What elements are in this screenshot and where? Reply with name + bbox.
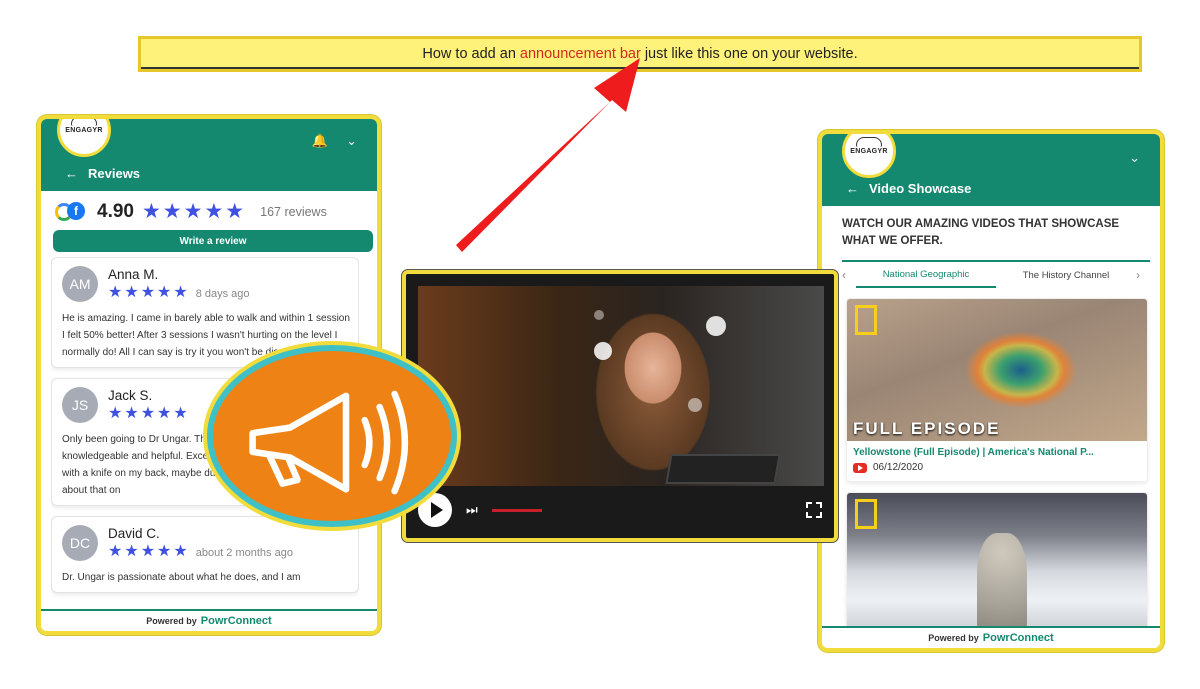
avatar: DC — [62, 525, 98, 561]
tab-national-geographic[interactable]: National Geographic — [856, 262, 996, 288]
youtube-icon — [853, 462, 867, 473]
review-stars-icon: ★★★★★ — [108, 542, 190, 560]
fullscreen-icon[interactable] — [806, 502, 822, 518]
powered-by-footer: Powered by PowrConnect — [41, 609, 377, 631]
video-intro-text: WATCH OUR AMAZING VIDEOS THAT SHOWCASE W… — [842, 218, 1120, 247]
skip-next-icon[interactable]: ⏭ — [466, 502, 478, 518]
video-back[interactable]: ← Video Showcase — [846, 181, 971, 196]
video-screen[interactable] — [418, 286, 824, 486]
chevron-down-icon[interactable]: ⌄ — [346, 133, 357, 149]
back-arrow-icon[interactable]: ← — [65, 166, 78, 181]
back-arrow-icon[interactable]: ← — [846, 181, 859, 196]
reviews-title: Reviews — [88, 166, 141, 181]
avatar: JS — [62, 387, 98, 423]
natgeo-logo-icon — [855, 305, 877, 335]
powered-by-label: Powered by — [928, 633, 979, 643]
review-stars-icon: ★★★★★ — [108, 404, 190, 422]
reviewer-name: David C. — [108, 525, 160, 541]
stage: How to add an announcement bar just like… — [0, 0, 1200, 689]
rating-stars-icon: ★★★★★ — [141, 200, 247, 223]
rating-summary: f 4.90 ★★★★★ 167 reviews — [41, 191, 377, 228]
avatar: AM — [62, 266, 98, 302]
bell-icon[interactable]: 🔔 — [312, 133, 328, 149]
review-text: Dr. Ungar is passionate about what he do… — [62, 572, 301, 583]
review-time: about 2 months ago — [195, 546, 293, 559]
tab-history-channel[interactable]: The History Channel — [996, 262, 1136, 288]
write-review-button[interactable]: Write a review — [53, 230, 373, 252]
chevron-down-icon[interactable]: ⌄ — [1129, 150, 1140, 166]
powered-by-label: Powered by — [146, 616, 197, 626]
review-count: 167 reviews — [260, 204, 327, 219]
video-header: ENGAGYR ⌄ ← Video Showcase — [822, 134, 1160, 206]
video-thumbnail[interactable]: FULL EPISODE — [847, 299, 1147, 441]
video-title[interactable]: Yellowstone (Full Episode) | America's N… — [847, 441, 1147, 460]
snow-leopard-image — [977, 533, 1027, 633]
megaphone-icon — [249, 390, 409, 495]
engagyr-logo: ENGAGYR — [57, 119, 111, 157]
megaphone-badge — [207, 345, 457, 527]
reviews-back[interactable]: ← Reviews — [65, 166, 140, 181]
natgeo-logo-icon — [855, 499, 877, 529]
reviewer-name: Jack S. — [108, 387, 153, 403]
chevron-right-icon[interactable]: › — [1136, 268, 1150, 282]
player-controls: ⏭ — [418, 492, 822, 528]
rating-score: 4.90 — [97, 200, 134, 222]
google-facebook-icon: f — [55, 201, 89, 222]
video-player[interactable]: ⏭ — [402, 270, 838, 542]
video-card[interactable]: FULL EPISODE Yellowstone (Full Episode) … — [846, 298, 1148, 482]
engagyr-logo: ENGAGYR — [842, 134, 896, 178]
video-date: 06/12/2020 — [873, 462, 924, 473]
chevron-left-icon[interactable]: ‹ — [842, 268, 856, 282]
pointer-arrow-icon — [456, 58, 640, 252]
video-card[interactable] — [846, 492, 1148, 636]
progress-bar[interactable] — [491, 508, 542, 512]
review-time: 8 days ago — [195, 287, 250, 300]
video-tabs: ‹ National Geographic The History Channe… — [842, 260, 1150, 288]
full-episode-overlay: FULL EPISODE — [853, 419, 1001, 438]
video-showcase-title: Video Showcase — [869, 181, 972, 196]
review-card: DC David C. ★★★★★ about 2 months ago Dr. … — [51, 516, 359, 593]
video-showcase-widget: ENGAGYR ⌄ ← Video Showcase WATCH OUR AMA… — [818, 130, 1164, 652]
reviews-header: ENGAGYR 🔔 ⌄ ← Reviews — [41, 119, 377, 191]
reviewer-name: Anna M. — [108, 266, 159, 282]
powrconnect-link[interactable]: PowrConnect — [201, 615, 272, 627]
powered-by-footer: Powered by PowrConnect — [822, 626, 1160, 648]
video-thumbnail[interactable] — [847, 493, 1147, 635]
review-stars-icon: ★★★★★ — [108, 283, 190, 301]
powrconnect-link[interactable]: PowrConnect — [983, 632, 1054, 644]
